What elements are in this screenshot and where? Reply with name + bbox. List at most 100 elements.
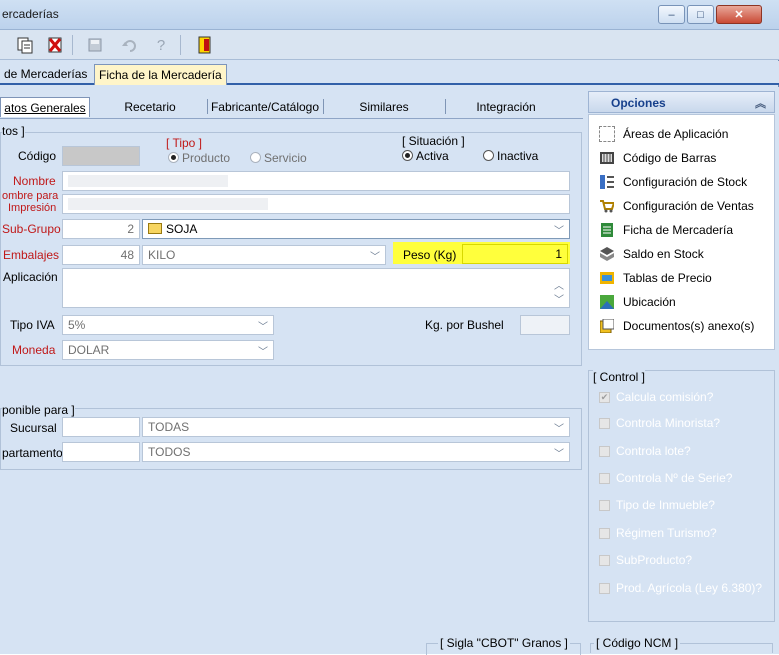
checkbox-regimen-turismo[interactable]: Régimen Turismo?	[599, 526, 717, 540]
tab-fabricante[interactable]: Fabricante/Catálogo	[208, 97, 322, 117]
exit-icon[interactable]	[192, 33, 218, 57]
nombre-input[interactable]	[62, 171, 570, 191]
scroll-down-icon[interactable]: ﹀	[554, 291, 564, 306]
minimize-button[interactable]: –	[658, 5, 685, 24]
option-ficha-mercaderia[interactable]: Ficha de Mercadería	[599, 220, 733, 240]
departamento-code-input[interactable]	[62, 442, 140, 462]
option-label: Ubicación	[623, 295, 676, 309]
tipo-servicio-radio[interactable]: Servicio	[250, 151, 307, 165]
chevron-down-icon[interactable]: ﹀	[370, 248, 380, 263]
boxes-icon	[599, 246, 615, 262]
checkbox-label: Calcula comisión?	[616, 390, 714, 404]
radio-icon	[402, 150, 413, 161]
title-bar: ercaderías – □ ✕	[0, 0, 779, 30]
tipo-producto-radio[interactable]: Producto	[168, 151, 230, 165]
option-documentos-anexos[interactable]: Documentos(s) anexo(s)	[599, 316, 754, 336]
departamento-select[interactable]: TODOS ﹀	[142, 442, 570, 462]
disponible-group-title: ponible para ]	[2, 403, 75, 417]
option-label: Código de Barras	[623, 151, 717, 165]
aplicacion-textarea[interactable]: ︿ ﹀	[62, 268, 570, 308]
tipo-iva-value: 5%	[68, 318, 86, 332]
scroll-up-icon[interactable]: ︿	[554, 277, 564, 292]
options-list: Áreas de Aplicación Código de Barras Con…	[588, 114, 775, 350]
maximize-button[interactable]: □	[687, 5, 714, 24]
tab-datos-generales[interactable]: atos Generales	[0, 97, 90, 117]
checkbox-tipo-inmueble[interactable]: Tipo de Inmueble?	[599, 498, 715, 512]
kg-bushel-input[interactable]	[520, 315, 570, 335]
tab-recetario[interactable]: Recetario	[100, 97, 200, 117]
checkbox-icon	[599, 445, 610, 457]
embalajes-select[interactable]: KILO ﹀	[142, 245, 386, 265]
option-config-ventas[interactable]: Configuración de Ventas	[599, 196, 754, 216]
save-icon[interactable]	[82, 33, 108, 57]
checkbox-calcula-comision[interactable]: ✔ Calcula comisión?	[599, 390, 713, 404]
checkbox-controla-serie[interactable]: Controla Nº de Serie?	[599, 471, 732, 485]
embalajes-label: Embalajes	[3, 248, 60, 262]
nombre-impresion-input[interactable]	[62, 194, 570, 214]
help-icon[interactable]: ?	[148, 33, 174, 57]
cart-icon	[599, 198, 615, 214]
option-config-stock[interactable]: Configuración de Stock	[599, 172, 747, 192]
moneda-value: DOLAR	[68, 343, 110, 357]
chevron-down-icon[interactable]: ﹀	[554, 445, 564, 460]
folder-icon	[148, 223, 162, 234]
codigo-input[interactable]	[62, 146, 140, 166]
checkbox-label: Controla lote?	[616, 444, 691, 458]
sucursal-value: TODAS	[148, 420, 190, 434]
sucursal-code-input[interactable]	[62, 417, 140, 437]
checkbox-prod-agricola[interactable]: Prod. Agrícola (Ley 6.380)?	[599, 581, 762, 595]
option-label: Saldo en Stock	[623, 247, 704, 261]
tab-mercaderias[interactable]: de Mercaderías	[0, 64, 91, 85]
checkbox-icon: ✔	[599, 391, 610, 403]
nombre-impresion-label: ombre para	[2, 191, 58, 202]
tab-ficha-mercaderia[interactable]: Ficha de la Mercadería	[94, 64, 227, 85]
option-saldo-stock[interactable]: Saldo en Stock	[599, 244, 704, 264]
peso-input[interactable]: 1	[462, 244, 568, 264]
option-label: Configuración de Ventas	[623, 199, 754, 213]
subgrupo-label: Sub-Grupo	[2, 222, 61, 236]
peso-label: Peso (Kg)	[403, 248, 457, 262]
moneda-select[interactable]: DOLAR ﹀	[62, 340, 274, 360]
checkbox-controla-lote[interactable]: Controla lote?	[599, 444, 691, 458]
subgrupo-select[interactable]: SOJA ﹀	[142, 219, 570, 239]
tab-similares[interactable]: Similares	[324, 97, 444, 117]
embalajes-code-input[interactable]: 48	[62, 245, 140, 265]
checkbox-label: Controla Minorista?	[616, 416, 721, 430]
tipo-iva-select[interactable]: 5% ﹀	[62, 315, 274, 335]
situacion-activa-radio[interactable]: Activa	[402, 149, 449, 163]
option-areas-aplicacion[interactable]: Áreas de Aplicación	[599, 124, 728, 144]
subgrupo-code-input[interactable]: 2	[62, 219, 140, 239]
option-codigo-barras[interactable]: Código de Barras	[599, 148, 716, 168]
options-header[interactable]: Opciones ︽	[588, 91, 775, 113]
checkbox-icon	[599, 527, 610, 539]
situacion-inactiva-label: Inactiva	[497, 149, 539, 163]
tab-integracion[interactable]: Integración	[446, 97, 566, 117]
checkbox-label: Tipo de Inmueble?	[616, 498, 715, 512]
checkbox-label: SubProducto?	[616, 553, 693, 567]
checkbox-label: Régimen Turismo?	[616, 526, 717, 540]
radio-icon	[483, 150, 494, 161]
option-ubicacion[interactable]: Ubicación	[599, 292, 676, 312]
chevron-down-icon[interactable]: ﹀	[554, 222, 564, 237]
chevron-down-icon[interactable]: ﹀	[258, 343, 268, 358]
options-title: Opciones	[611, 96, 666, 110]
chevron-down-icon[interactable]: ﹀	[258, 318, 268, 333]
dashed-box-icon	[599, 126, 615, 142]
delete-icon[interactable]	[42, 33, 68, 57]
window-title: ercaderías	[2, 7, 59, 21]
option-tablas-precio[interactable]: Tablas de Precio	[599, 268, 712, 288]
copy-icon[interactable]	[12, 33, 38, 57]
undo-icon[interactable]	[116, 33, 142, 57]
collapse-icon[interactable]: ︽	[755, 95, 766, 111]
chevron-down-icon[interactable]: ﹀	[554, 420, 564, 435]
checkbox-label: Prod. Agrícola (Ley 6.380)?	[616, 581, 763, 595]
sucursal-select[interactable]: TODAS ﹀	[142, 417, 570, 437]
subgrupo-value: SOJA	[166, 222, 198, 236]
situacion-inactiva-radio[interactable]: Inactiva	[483, 149, 538, 163]
codigo-label: Código	[18, 149, 57, 163]
radio-icon	[168, 152, 179, 163]
close-button[interactable]: ✕	[716, 5, 762, 24]
price-table-icon	[599, 270, 615, 286]
checkbox-controla-minorista[interactable]: Controla Minorista?	[599, 416, 720, 430]
checkbox-subproducto[interactable]: SubProducto?	[599, 553, 692, 567]
